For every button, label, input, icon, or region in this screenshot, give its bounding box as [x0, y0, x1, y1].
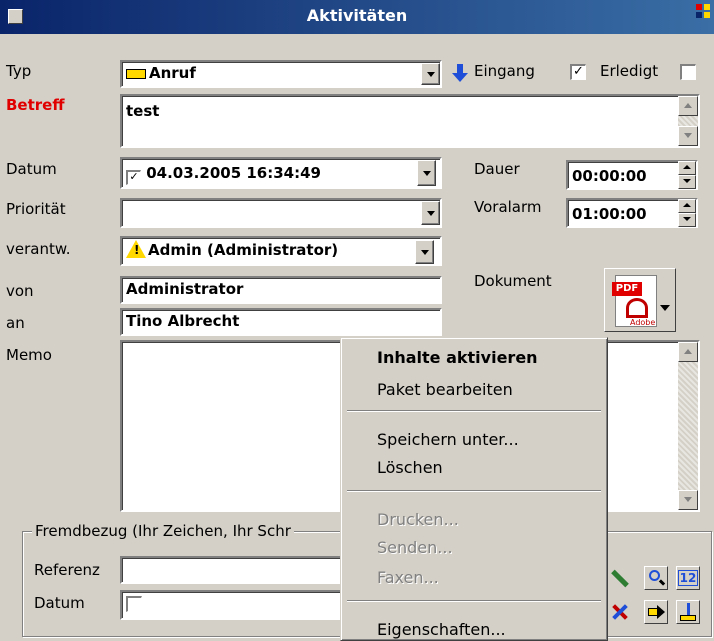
dauer-spin-up[interactable] [678, 161, 696, 175]
context-menu: Inhalte aktivieren Paket bearbeiten Spei… [340, 337, 608, 641]
datum2-input[interactable] [120, 590, 350, 620]
an-input[interactable]: Tino Albrecht [120, 308, 442, 336]
voralarm-spinner[interactable] [678, 199, 696, 227]
typ-label: Typ [6, 62, 32, 80]
menu-item-paket-bearbeiten[interactable]: Paket bearbeiten [377, 380, 513, 399]
magnifier-icon [649, 570, 660, 581]
dauer-label: Dauer [474, 160, 520, 178]
erledigt-checkbox[interactable] [680, 64, 696, 80]
fremdbezug-label: Fremdbezug (Ihr Zeichen, Ihr Schr [32, 522, 294, 540]
typ-value: Anruf [149, 64, 196, 82]
voralarm-spin-up[interactable] [678, 199, 696, 213]
tools-icon[interactable] [608, 600, 632, 624]
datum-label: Datum [6, 160, 57, 178]
prioritaet-label: Priorität [6, 200, 66, 218]
calendar-button[interactable]: 12 [676, 566, 700, 590]
eingang-checkbox[interactable]: ✓ [570, 64, 586, 80]
memo-scroll-down-button[interactable] [678, 490, 698, 510]
prioritaet-select[interactable] [120, 198, 442, 228]
voralarm-value: 01:00:00 [572, 205, 647, 223]
betreff-label: Betreff [6, 96, 65, 114]
datum2-checkbox[interactable] [126, 596, 142, 612]
menu-separator [347, 490, 601, 492]
pdf-document-icon: PDF Adobe [612, 275, 657, 327]
erledigt-label: Erledigt [600, 62, 659, 80]
datum2-label: Datum [34, 594, 85, 612]
prioritaet-dropdown-button[interactable] [421, 201, 440, 225]
von-label: von [6, 282, 34, 300]
referenz-label: Referenz [34, 561, 100, 579]
verantw-value: Admin (Administrator) [148, 241, 339, 259]
direction-arrow-icon[interactable] [452, 62, 468, 84]
von-value: Administrator [126, 280, 244, 298]
menu-item-senden: Senden... [377, 538, 453, 557]
dauer-value: 00:00:00 [572, 167, 647, 185]
von-input[interactable]: Administrator [120, 276, 442, 304]
scroll-down-button[interactable] [678, 126, 698, 146]
betreff-value: test [126, 102, 160, 120]
menu-separator [347, 600, 601, 602]
betreff-input[interactable]: test [120, 94, 700, 148]
referenz-input[interactable] [120, 556, 350, 584]
memo-scrollbar[interactable] [678, 342, 698, 510]
dokument-button[interactable]: PDF Adobe [604, 268, 676, 332]
verantw-dropdown-button[interactable] [415, 240, 434, 264]
an-value: Tino Albrecht [126, 312, 240, 330]
menu-item-drucken: Drucken... [377, 510, 459, 529]
dauer-spinner[interactable] [678, 161, 696, 189]
menu-item-inhalte-aktivieren[interactable]: Inhalte aktivieren [377, 348, 538, 367]
verantw-label: verantw. [6, 240, 71, 258]
datum-value: 04.03.2005 16:34:49 [146, 164, 321, 182]
dauer-spin-down[interactable] [678, 175, 696, 189]
memo-label: Memo [6, 346, 52, 364]
warning-icon: ! [126, 240, 146, 258]
voralarm-label: Voralarm [474, 198, 542, 216]
an-label: an [6, 314, 25, 332]
menu-separator [347, 410, 601, 412]
zoom-button[interactable] [644, 566, 668, 590]
dokument-dropdown-icon[interactable] [660, 305, 670, 311]
menu-item-speichern-unter[interactable]: Speichern unter... [377, 430, 519, 449]
resize-grip-icon[interactable] [696, 4, 712, 24]
pencil-icon[interactable] [608, 566, 632, 590]
menu-item-eigenschaften[interactable]: Eigenschaften... [377, 620, 506, 639]
adobe-label: Adobe [630, 318, 656, 327]
memo-scroll-up-button[interactable] [678, 342, 698, 362]
title-bar[interactable]: Aktivitäten [0, 0, 714, 34]
datum-input[interactable]: ✓ 04.03.2005 16:34:49 [120, 157, 442, 189]
verantw-select[interactable]: ! Admin (Administrator) [120, 236, 442, 266]
menu-item-faxen: Faxen... [377, 568, 439, 587]
voralarm-spin-down[interactable] [678, 213, 696, 227]
datum-dropdown-button[interactable] [417, 160, 436, 186]
datum-checkbox[interactable]: ✓ [126, 170, 141, 185]
typ-dropdown-button[interactable] [421, 63, 440, 85]
scroll-up-button[interactable] [678, 96, 698, 116]
calendar-icon: 12 [677, 570, 699, 586]
typ-select[interactable]: Anruf [120, 60, 442, 88]
info-button[interactable] [676, 600, 700, 624]
dokument-label: Dokument [474, 272, 552, 290]
info-icon [680, 615, 696, 621]
forward-button[interactable] [644, 600, 668, 624]
menu-item-loeschen[interactable]: Löschen [377, 458, 443, 477]
betreff-scrollbar[interactable] [678, 96, 698, 146]
window-title: Aktivitäten [306, 6, 408, 25]
eingang-label: Eingang [474, 62, 535, 80]
phone-call-icon [126, 68, 146, 79]
pdf-badge: PDF [612, 282, 642, 296]
